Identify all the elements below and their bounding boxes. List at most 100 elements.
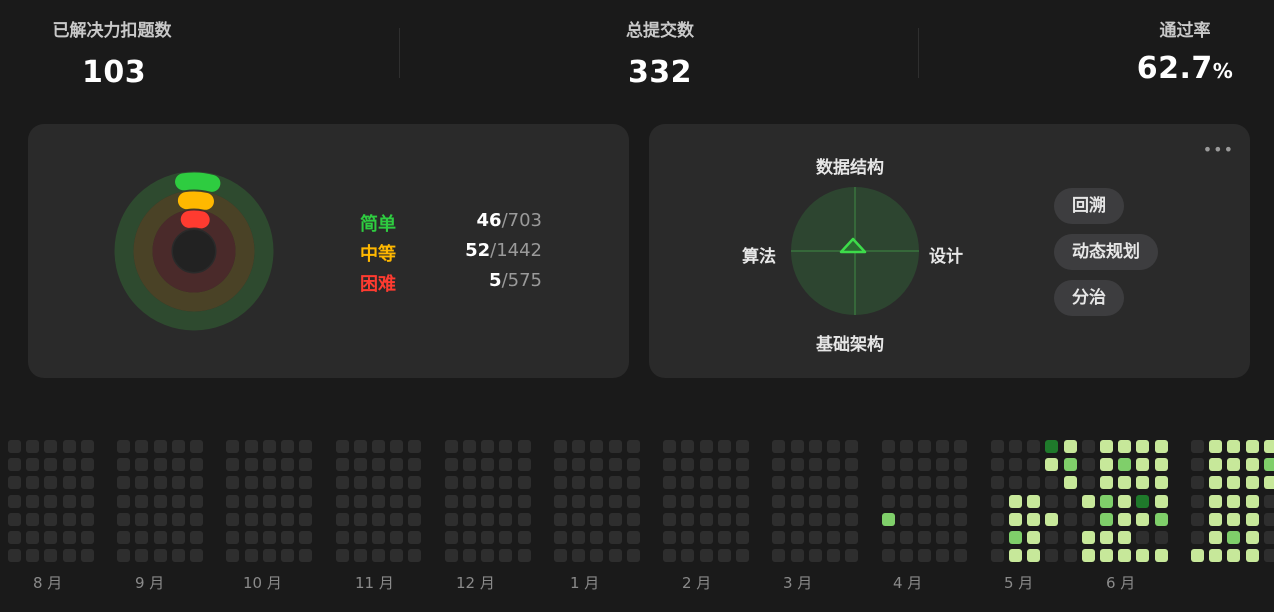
heatmap-cell[interactable] bbox=[226, 476, 240, 490]
heatmap-cell[interactable] bbox=[918, 476, 931, 490]
heatmap-cell[interactable] bbox=[572, 512, 586, 526]
heatmap-cell[interactable] bbox=[299, 549, 313, 563]
heatmap-cell[interactable] bbox=[1227, 494, 1241, 508]
heatmap-cell[interactable] bbox=[699, 440, 713, 453]
heatmap-cell[interactable] bbox=[171, 458, 185, 472]
heatmap-cell[interactable] bbox=[808, 476, 822, 490]
heatmap-cell[interactable] bbox=[262, 549, 276, 563]
heatmap-cell[interactable] bbox=[517, 549, 531, 563]
heatmap-cell[interactable] bbox=[954, 549, 968, 563]
heatmap-cell[interactable] bbox=[1118, 512, 1132, 526]
heatmap-cell[interactable] bbox=[244, 531, 258, 544]
heatmap-cell[interactable] bbox=[590, 440, 604, 453]
heatmap-cell[interactable] bbox=[1227, 549, 1241, 563]
heatmap-cell[interactable] bbox=[790, 494, 804, 508]
heatmap-cell[interactable] bbox=[790, 440, 804, 453]
heatmap-cell[interactable] bbox=[626, 476, 640, 490]
skill-tag-divide-conquer[interactable]: 分治 bbox=[1054, 280, 1124, 316]
heatmap-cell[interactable] bbox=[954, 531, 968, 544]
heatmap-cell[interactable] bbox=[899, 476, 913, 490]
heatmap-cell[interactable] bbox=[1227, 476, 1241, 490]
heatmap-cell[interactable] bbox=[153, 549, 167, 563]
heatmap-cell[interactable] bbox=[1118, 549, 1132, 563]
heatmap-cell[interactable] bbox=[135, 531, 149, 544]
heatmap-cell[interactable] bbox=[244, 549, 258, 563]
heatmap-cell[interactable] bbox=[1027, 440, 1041, 453]
heatmap-cell[interactable] bbox=[572, 531, 586, 544]
heatmap-cell[interactable] bbox=[881, 494, 895, 508]
heatmap-cell[interactable] bbox=[845, 531, 859, 544]
heatmap-cell[interactable] bbox=[1191, 512, 1204, 526]
heatmap-cell[interactable] bbox=[845, 549, 859, 563]
heatmap-cell[interactable] bbox=[936, 440, 950, 453]
heatmap-cell[interactable] bbox=[80, 476, 94, 490]
heatmap-cell[interactable] bbox=[153, 440, 167, 453]
heatmap-cell[interactable] bbox=[408, 494, 422, 508]
heatmap-cell[interactable] bbox=[226, 458, 240, 472]
heatmap-cell[interactable] bbox=[1063, 531, 1077, 544]
heatmap-cell[interactable] bbox=[663, 494, 677, 508]
heatmap-cell[interactable] bbox=[1009, 476, 1022, 490]
heatmap-cell[interactable] bbox=[1100, 458, 1113, 472]
heatmap-cell[interactable] bbox=[899, 549, 913, 563]
heatmap-cell[interactable] bbox=[954, 458, 968, 472]
heatmap-cell[interactable] bbox=[954, 512, 968, 526]
heatmap-cell[interactable] bbox=[8, 549, 21, 563]
heatmap-cell[interactable] bbox=[1154, 458, 1168, 472]
heatmap-cell[interactable] bbox=[1045, 458, 1059, 472]
heatmap-cell[interactable] bbox=[153, 512, 167, 526]
heatmap-cell[interactable] bbox=[554, 512, 567, 526]
heatmap-cell[interactable] bbox=[827, 476, 840, 490]
heatmap-cell[interactable] bbox=[372, 458, 385, 472]
heatmap-cell[interactable] bbox=[499, 458, 513, 472]
heatmap-cell[interactable] bbox=[1118, 494, 1132, 508]
heatmap-cell[interactable] bbox=[663, 440, 677, 453]
heatmap-cell[interactable] bbox=[153, 476, 167, 490]
heatmap-cell[interactable] bbox=[1081, 512, 1095, 526]
heatmap-cell[interactable] bbox=[554, 476, 567, 490]
heatmap-cell[interactable] bbox=[335, 549, 349, 563]
heatmap-cell[interactable] bbox=[335, 476, 349, 490]
heatmap-cell[interactable] bbox=[1136, 440, 1150, 453]
heatmap-cell[interactable] bbox=[881, 440, 895, 453]
heatmap-cell[interactable] bbox=[717, 549, 731, 563]
heatmap-cell[interactable] bbox=[1009, 512, 1022, 526]
heatmap-cell[interactable] bbox=[626, 531, 640, 544]
heatmap-cell[interactable] bbox=[281, 494, 294, 508]
heatmap-cell[interactable] bbox=[408, 458, 422, 472]
heatmap-cell[interactable] bbox=[171, 531, 185, 544]
heatmap-cell[interactable] bbox=[1209, 512, 1223, 526]
heatmap-cell[interactable] bbox=[117, 549, 131, 563]
heatmap-cell[interactable] bbox=[1081, 549, 1095, 563]
heatmap-cell[interactable] bbox=[681, 549, 695, 563]
heatmap-cell[interactable] bbox=[1136, 494, 1150, 508]
heatmap-cell[interactable] bbox=[62, 476, 76, 490]
heatmap-cell[interactable] bbox=[481, 440, 495, 453]
heatmap-cell[interactable] bbox=[554, 494, 567, 508]
heatmap-cell[interactable] bbox=[663, 458, 677, 472]
heatmap-cell[interactable] bbox=[499, 549, 513, 563]
heatmap-cell[interactable] bbox=[1209, 494, 1223, 508]
heatmap-cell[interactable] bbox=[1027, 476, 1041, 490]
heatmap-cell[interactable] bbox=[699, 512, 713, 526]
heatmap-cell[interactable] bbox=[1245, 476, 1259, 490]
heatmap-cell[interactable] bbox=[1263, 494, 1274, 508]
heatmap-cell[interactable] bbox=[335, 458, 349, 472]
heatmap-cell[interactable] bbox=[372, 531, 385, 544]
heatmap-cell[interactable] bbox=[517, 494, 531, 508]
heatmap-cell[interactable] bbox=[171, 494, 185, 508]
heatmap-cell[interactable] bbox=[353, 531, 367, 544]
heatmap-cell[interactable] bbox=[117, 476, 131, 490]
heatmap-cell[interactable] bbox=[590, 494, 604, 508]
heatmap-cell[interactable] bbox=[827, 531, 840, 544]
heatmap-cell[interactable] bbox=[190, 440, 203, 453]
heatmap-cell[interactable] bbox=[918, 458, 931, 472]
skill-tag-dynamic-programming[interactable]: 动态规划 bbox=[1054, 234, 1158, 270]
heatmap-cell[interactable] bbox=[299, 476, 313, 490]
heatmap-cell[interactable] bbox=[554, 440, 567, 453]
heatmap-cell[interactable] bbox=[444, 531, 458, 544]
heatmap-cell[interactable] bbox=[408, 512, 422, 526]
heatmap-cell[interactable] bbox=[80, 531, 94, 544]
heatmap-cell[interactable] bbox=[44, 512, 58, 526]
heatmap-cell[interactable] bbox=[171, 512, 185, 526]
